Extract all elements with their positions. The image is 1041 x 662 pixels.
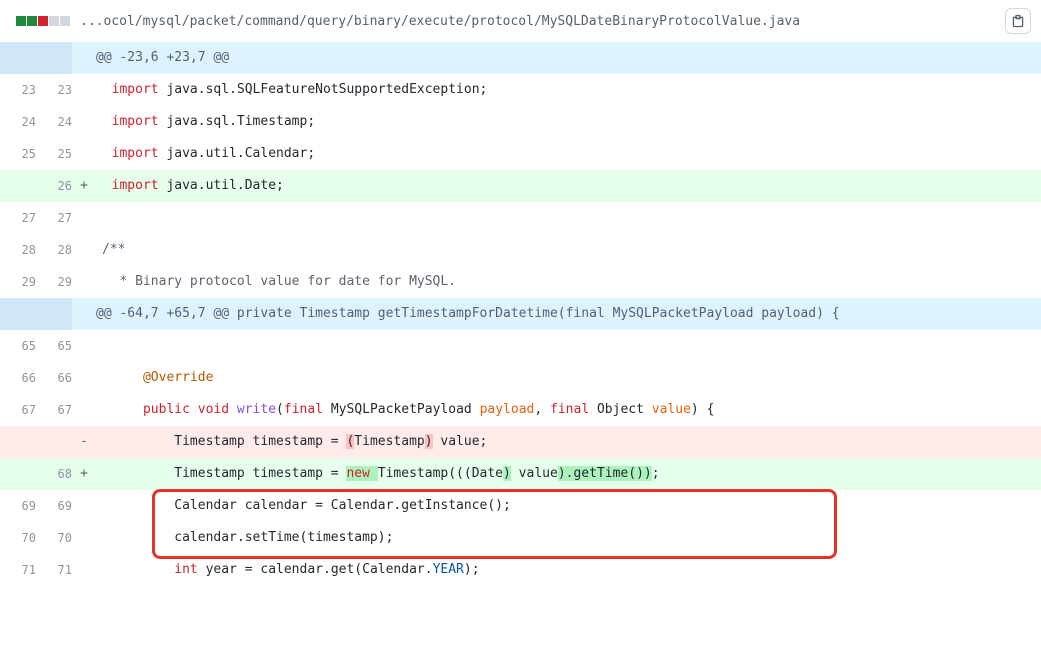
line-number-old[interactable] bbox=[0, 426, 36, 458]
diff-line: 70 70 calendar.setTime(timestamp); bbox=[0, 522, 1041, 554]
line-number-old[interactable]: 70 bbox=[0, 522, 36, 554]
diffstat bbox=[16, 16, 70, 26]
code: int year = calendar.get(Calendar.YEAR); bbox=[96, 554, 1041, 586]
diffstat-add-square bbox=[27, 16, 37, 26]
diffstat-neutral-square bbox=[60, 16, 70, 26]
line-number-new[interactable]: 66 bbox=[36, 362, 72, 394]
code bbox=[96, 330, 1041, 362]
code: Timestamp timestamp = (Timestamp) value; bbox=[96, 426, 1041, 458]
line-number-old[interactable] bbox=[0, 458, 36, 490]
diff-container: ⋮ @@ -23,6 +23,7 @@ 23 23 import java.sq… bbox=[0, 42, 1041, 586]
line-number-old[interactable]: 23 bbox=[0, 74, 36, 106]
hunk-text: @@ -64,7 +65,7 @@ private Timestamp getT… bbox=[96, 298, 1041, 330]
diffstat-add-square bbox=[16, 16, 26, 26]
line-number-old[interactable]: 24 bbox=[0, 106, 36, 138]
diff-line: 71 71 int year = calendar.get(Calendar.Y… bbox=[0, 554, 1041, 586]
diff-line-added: 68 + Timestamp timestamp = new Timestamp… bbox=[0, 458, 1041, 490]
diff-line-added: 26 + import java.util.Date; bbox=[0, 170, 1041, 202]
diff-line: 29 29 * Binary protocol value for date f… bbox=[0, 266, 1041, 298]
line-number-old[interactable]: 29 bbox=[0, 266, 36, 298]
code: calendar.setTime(timestamp); bbox=[96, 522, 1041, 554]
line-number-new[interactable]: 26 bbox=[36, 170, 72, 202]
code bbox=[96, 202, 1041, 234]
line-number-old[interactable]: 66 bbox=[0, 362, 36, 394]
diff-line: 24 24 import java.sql.Timestamp; bbox=[0, 106, 1041, 138]
code: public void write(final MySQLPacketPaylo… bbox=[96, 394, 1041, 426]
hunk-text: @@ -23,6 +23,7 @@ bbox=[96, 42, 1041, 74]
file-header: ...ocol/mysql/packet/command/query/binar… bbox=[0, 0, 1041, 42]
diff-line: 25 25 import java.util.Calendar; bbox=[0, 138, 1041, 170]
diff-line: 28 28 /** bbox=[0, 234, 1041, 266]
add-marker: + bbox=[72, 170, 96, 202]
hunk-header: ⋮ @@ -64,7 +65,7 @@ private Timestamp ge… bbox=[0, 298, 1041, 330]
diff-line: 66 66 @Override bbox=[0, 362, 1041, 394]
expand-icon[interactable]: ⋮ bbox=[0, 298, 72, 330]
line-number-new[interactable]: 70 bbox=[36, 522, 72, 554]
code: import java.sql.SQLFeatureNotSupportedEx… bbox=[96, 74, 1041, 106]
hunk-header: ⋮ @@ -23,6 +23,7 @@ bbox=[0, 42, 1041, 74]
line-number-old[interactable]: 27 bbox=[0, 202, 36, 234]
code: /** bbox=[96, 234, 1041, 266]
code: import java.sql.Timestamp; bbox=[96, 106, 1041, 138]
file-path[interactable]: ...ocol/mysql/packet/command/query/binar… bbox=[80, 14, 999, 29]
line-number-new[interactable]: 69 bbox=[36, 490, 72, 522]
diff-line-deleted: - Timestamp timestamp = (Timestamp) valu… bbox=[0, 426, 1041, 458]
expand-icon[interactable]: ⋮ bbox=[0, 42, 72, 74]
diffstat-neutral-square bbox=[49, 16, 59, 26]
diff-line: 23 23 import java.sql.SQLFeatureNotSuppo… bbox=[0, 74, 1041, 106]
line-number-new[interactable]: 71 bbox=[36, 554, 72, 586]
line-number-new[interactable] bbox=[36, 426, 72, 458]
copy-path-button[interactable] bbox=[1005, 8, 1031, 34]
add-marker: + bbox=[72, 458, 96, 490]
delete-marker: - bbox=[72, 426, 96, 458]
line-number-old[interactable]: 25 bbox=[0, 138, 36, 170]
code: * Binary protocol value for date for MyS… bbox=[96, 266, 1041, 298]
line-number-new[interactable]: 28 bbox=[36, 234, 72, 266]
line-number-new[interactable]: 25 bbox=[36, 138, 72, 170]
code: import java.util.Calendar; bbox=[96, 138, 1041, 170]
line-number-old[interactable]: 69 bbox=[0, 490, 36, 522]
line-number-old[interactable]: 28 bbox=[0, 234, 36, 266]
diffstat-del-square bbox=[38, 16, 48, 26]
line-number-old[interactable] bbox=[0, 170, 36, 202]
line-number-new[interactable]: 23 bbox=[36, 74, 72, 106]
code: @Override bbox=[96, 362, 1041, 394]
line-number-old[interactable]: 65 bbox=[0, 330, 36, 362]
line-number-old[interactable]: 71 bbox=[0, 554, 36, 586]
diff-line: 67 67 public void write(final MySQLPacke… bbox=[0, 394, 1041, 426]
line-number-new[interactable]: 27 bbox=[36, 202, 72, 234]
code: Calendar calendar = Calendar.getInstance… bbox=[96, 490, 1041, 522]
line-number-new[interactable]: 24 bbox=[36, 106, 72, 138]
line-number-new[interactable]: 65 bbox=[36, 330, 72, 362]
code: Timestamp timestamp = new Timestamp(((Da… bbox=[96, 458, 1041, 490]
line-number-new[interactable]: 68 bbox=[36, 458, 72, 490]
diff-table: ⋮ @@ -23,6 +23,7 @@ 23 23 import java.sq… bbox=[0, 42, 1041, 586]
diff-line: 69 69 Calendar calendar = Calendar.getIn… bbox=[0, 490, 1041, 522]
line-number-old[interactable]: 67 bbox=[0, 394, 36, 426]
diff-line: 65 65 bbox=[0, 330, 1041, 362]
line-number-new[interactable]: 29 bbox=[36, 266, 72, 298]
diff-line: 27 27 bbox=[0, 202, 1041, 234]
clipboard-icon bbox=[1011, 14, 1025, 28]
code: import java.util.Date; bbox=[96, 170, 1041, 202]
line-number-new[interactable]: 67 bbox=[36, 394, 72, 426]
